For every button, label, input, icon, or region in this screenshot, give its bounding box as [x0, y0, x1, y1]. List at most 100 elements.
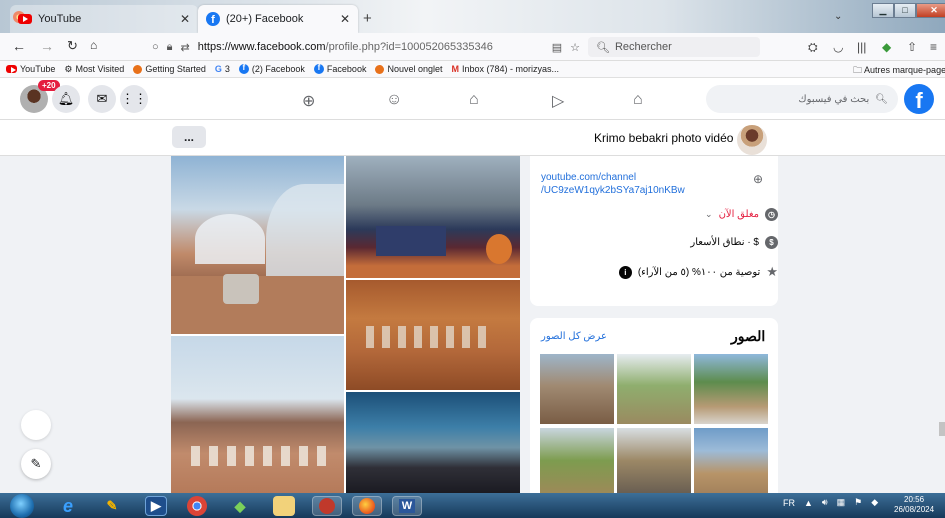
more-options-button[interactable]: ...	[172, 126, 206, 148]
network-icon[interactable]: ▦	[837, 497, 846, 508]
photo-thumbnail[interactable]	[694, 354, 768, 424]
facebook-logo[interactable]: f	[904, 84, 934, 114]
chrome-icon[interactable]	[187, 496, 207, 516]
bookmark-most-visited[interactable]: ⚙ Most Visited	[64, 64, 124, 75]
photo-desert-aerial[interactable]	[346, 280, 520, 390]
new-message-icon[interactable]: ✎	[21, 449, 51, 479]
bookmark-google[interactable]: G3	[215, 64, 230, 74]
gaming-icon[interactable]: ⊕	[302, 91, 315, 111]
photo-dome-camp[interactable]	[171, 156, 344, 334]
photo-night-sky[interactable]	[346, 392, 520, 493]
search-placeholder: بحث في فيسبوك	[798, 93, 870, 105]
bookmark-facebook-2[interactable]: f (2) Facebook	[238, 63, 305, 74]
clock-date: 26/08/2024	[894, 505, 935, 514]
other-bookmarks-label: Autres marque-pages	[864, 65, 945, 75]
gmail-icon: M	[451, 64, 460, 74]
tab-title: YouTube	[38, 13, 82, 25]
other-bookmarks[interactable]: 🗀︎ Autres marque-pages	[853, 63, 945, 79]
start-button[interactable]	[10, 494, 34, 518]
bookmark-star-icon[interactable]: ☆	[570, 41, 580, 54]
share-icon[interactable]: ⇧	[907, 40, 917, 54]
taskbar-word-button[interactable]: W	[392, 496, 422, 516]
extension-icon[interactable]: ◆	[882, 40, 891, 54]
maximize-button[interactable]: □	[894, 3, 916, 18]
permissions-icon[interactable]: ⇄	[181, 41, 190, 54]
marketplace-icon[interactable]: ⌂	[469, 91, 479, 109]
bookmark-getting-started[interactable]: Getting Started	[133, 64, 206, 74]
library-icon[interactable]: |||	[857, 40, 866, 54]
search-icon: 🔍︎	[596, 41, 610, 54]
star-icon: ★	[766, 264, 778, 279]
app-icon[interactable]: ◆	[229, 496, 251, 516]
bookmark-label: 3	[224, 64, 230, 74]
file-explorer-icon[interactable]	[273, 496, 295, 516]
shield-icon[interactable]: ○	[152, 41, 159, 53]
profile-name[interactable]: Krimo bebakri photo vidéo	[594, 131, 733, 145]
bookmark-new-tab[interactable]: Nouvel onglet	[375, 64, 443, 74]
bookmark-gmail[interactable]: M Inbox (784) - morizyas...	[452, 64, 560, 74]
tray-expand-icon[interactable]: ▲	[804, 498, 813, 508]
photo-dome-interior[interactable]	[346, 156, 520, 278]
hours-row[interactable]: ⌄ مغلق الآن ◷	[530, 208, 778, 221]
firefox-icon	[375, 64, 385, 74]
menu-grid-icon[interactable]: ⋮⋮	[120, 85, 148, 113]
tab-youtube[interactable]: YouTube ✕	[10, 5, 198, 33]
folder-icon: 🗀︎	[853, 65, 863, 75]
bookmark-facebook[interactable]: f Facebook	[313, 63, 367, 74]
profile-avatar[interactable]	[737, 125, 767, 155]
app-tray-icon[interactable]: ◆	[871, 497, 878, 508]
volume-icon[interactable]: 🔊︎	[822, 497, 828, 508]
messenger-icon[interactable]: ✉	[88, 85, 116, 113]
extensions-icon[interactable]: ⛭	[808, 40, 818, 55]
taskbar-clock[interactable]: 20:56 26/08/2024	[894, 495, 934, 515]
info-icon[interactable]: i	[618, 265, 632, 279]
home-icon[interactable]: ⌂	[90, 38, 97, 52]
taskbar-firefox-button[interactable]	[352, 496, 382, 516]
menu-icon[interactable]: ≡	[930, 40, 937, 54]
reader-view-icon[interactable]: ▤	[552, 41, 562, 54]
minimize-button[interactable]: ▁	[872, 3, 894, 18]
notifications-bell-icon[interactable]: 🔔︎	[52, 85, 80, 113]
photo-thumbnail[interactable]	[694, 428, 768, 493]
bookmark-youtube[interactable]: YouTube	[6, 64, 55, 74]
scrollbar-thumb[interactable]	[939, 422, 945, 436]
google-icon: G	[214, 64, 222, 74]
lock-icon[interactable]: 🔒︎	[167, 41, 173, 54]
home-icon[interactable]: ⌂	[633, 91, 643, 109]
photo-thumbnail[interactable]	[617, 354, 691, 424]
word-icon: W	[398, 499, 416, 513]
facebook-search-input[interactable]: بحث في فيسبوك 🔍︎	[706, 85, 898, 113]
windows-media-icon[interactable]: ▶	[145, 496, 167, 516]
media-player-icon[interactable]: ✎	[101, 496, 123, 516]
internet-explorer-icon[interactable]: e	[57, 496, 79, 516]
link-line: /UC9zeW1qyk2bSYa7aj10nKBw	[541, 185, 685, 196]
facebook-icon: f	[206, 12, 220, 26]
search-icon: 🔍︎	[875, 93, 888, 105]
forward-icon[interactable]: →	[40, 38, 54, 54]
reload-icon[interactable]: ↻	[67, 38, 78, 54]
close-tab-icon[interactable]: ✕	[340, 12, 350, 26]
bookmark-label: Facebook	[326, 64, 367, 74]
close-tab-icon[interactable]: ✕	[180, 12, 190, 26]
youtube-channel-link[interactable]: youtube.com/channel /UC9zeW1qyk2bSYa7aj1…	[541, 171, 711, 197]
browser-search-box[interactable]: 🔍︎ Rechercher	[588, 37, 760, 57]
see-all-photos-link[interactable]: عرض كل الصور	[541, 331, 607, 342]
back-icon[interactable]: ←	[12, 38, 26, 54]
pocket-icon[interactable]: ◡	[833, 40, 843, 54]
photo-thumbnail[interactable]	[540, 428, 614, 493]
url-text[interactable]: https://www.facebook.com/profile.php?id=…	[198, 41, 493, 53]
floating-button[interactable]	[21, 410, 51, 440]
taskbar-app-button[interactable]	[312, 496, 342, 516]
close-window-button[interactable]: ✕	[916, 3, 945, 18]
language-indicator[interactable]: FR	[783, 498, 795, 508]
tab-list-chevron-icon[interactable]: ⌄	[834, 11, 842, 22]
watch-icon[interactable]: ▷	[552, 91, 564, 111]
photo-thumbnail[interactable]	[617, 428, 691, 493]
tab-facebook[interactable]: f (20+) Facebook ✕	[198, 5, 358, 33]
new-tab-button[interactable]: +	[363, 10, 372, 27]
groups-icon[interactable]: ☺	[386, 91, 402, 109]
action-center-icon[interactable]: ⚑	[854, 497, 862, 508]
url-bar[interactable]: ○ 🔒︎ ⇄ https://www.facebook.com/profile.…	[152, 36, 580, 58]
photo-thumbnail[interactable]	[540, 354, 614, 424]
photo-desert-canyon[interactable]	[171, 336, 344, 493]
